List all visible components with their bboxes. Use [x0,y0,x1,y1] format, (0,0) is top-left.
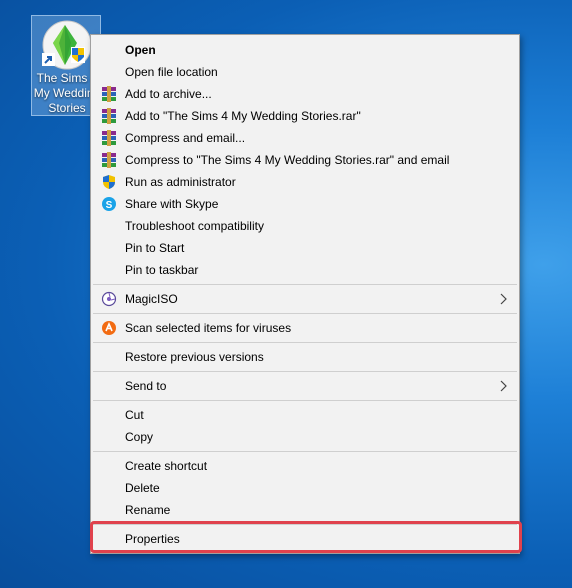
menu-item-add-to-rar[interactable]: Add to "The Sims 4 My Wedding Stories.ra… [91,105,519,127]
menu-item-label: MagicISO [125,292,178,306]
menu-separator [93,451,517,452]
menu-item-label: Compress to "The Sims 4 My Wedding Stori… [125,153,450,167]
skype-icon: S [102,197,116,211]
menu-item-send-to[interactable]: Send to [91,375,519,397]
magiciso-icon [101,291,117,307]
menu-item-scan-viruses[interactable]: Scan selected items for viruses [91,317,519,339]
menu-item-label: Pin to Start [125,241,185,255]
menu-item-label: Run as administrator [125,175,236,189]
menu-item-label: Scan selected items for viruses [125,321,292,335]
menu-item-cut[interactable]: Cut [91,404,519,426]
menu-item-label: Share with Skype [125,197,219,211]
menu-item-compress-and-email[interactable]: Compress and email... [91,127,519,149]
menu-item-share-with-skype[interactable]: S Share with Skype [91,193,519,215]
menu-item-open-file-location[interactable]: Open file location [91,61,519,83]
properties-highlight-box [90,521,522,553]
menu-item-label: Compress and email... [125,131,246,145]
menu-item-label: Open file location [125,65,218,79]
menu-item-rename[interactable]: Rename [91,499,519,521]
menu-item-magiciso[interactable]: MagicISO [91,288,519,310]
menu-item-copy[interactable]: Copy [91,426,519,448]
menu-separator [93,371,517,372]
menu-item-label: Add to "The Sims 4 My Wedding Stories.ra… [125,109,361,123]
chevron-right-icon [500,293,507,305]
menu-item-open[interactable]: Open [91,39,519,61]
menu-item-label: Open [125,43,156,57]
menu-item-compress-to-rar-and-email[interactable]: Compress to "The Sims 4 My Wedding Stori… [91,149,519,171]
winrar-icon [102,130,116,146]
winrar-icon [102,86,116,102]
uac-shield-icon [103,175,115,189]
menu-item-label: Cut [125,408,144,422]
menu-item-add-to-archive[interactable]: Add to archive... [91,83,519,105]
winrar-icon [102,152,116,168]
menu-separator [93,342,517,343]
menu-item-troubleshoot-compatibility[interactable]: Troubleshoot compatibility [91,215,519,237]
menu-item-label: Pin to taskbar [125,263,199,277]
menu-item-label: Copy [125,430,154,444]
menu-separator [93,284,517,285]
menu-item-label: Rename [125,503,171,517]
menu-item-label: Send to [125,379,167,393]
menu-item-pin-to-start[interactable]: Pin to Start [91,237,519,259]
avast-icon [102,321,116,335]
shortcut-arrow-icon [42,53,55,66]
desktop: The Sims 4 My Wedding Stories Open Open … [0,0,572,588]
menu-item-label: Delete [125,481,160,495]
menu-item-create-shortcut[interactable]: Create shortcut [91,455,519,477]
winrar-icon [102,108,116,124]
menu-item-label: Troubleshoot compatibility [125,219,264,233]
menu-separator [93,400,517,401]
chevron-right-icon [500,380,507,392]
menu-item-pin-to-taskbar[interactable]: Pin to taskbar [91,259,519,281]
menu-item-label: Restore previous versions [125,350,264,364]
menu-separator [93,313,517,314]
menu-item-run-as-administrator[interactable]: Run as administrator [91,171,519,193]
menu-item-delete[interactable]: Delete [91,477,519,499]
context-menu: Open Open file location Add to archive..… [90,34,520,554]
menu-item-label: Create shortcut [125,459,208,473]
svg-text:S: S [106,200,113,211]
menu-item-label: Add to archive... [125,87,212,101]
menu-item-restore-previous-versions[interactable]: Restore previous versions [91,346,519,368]
